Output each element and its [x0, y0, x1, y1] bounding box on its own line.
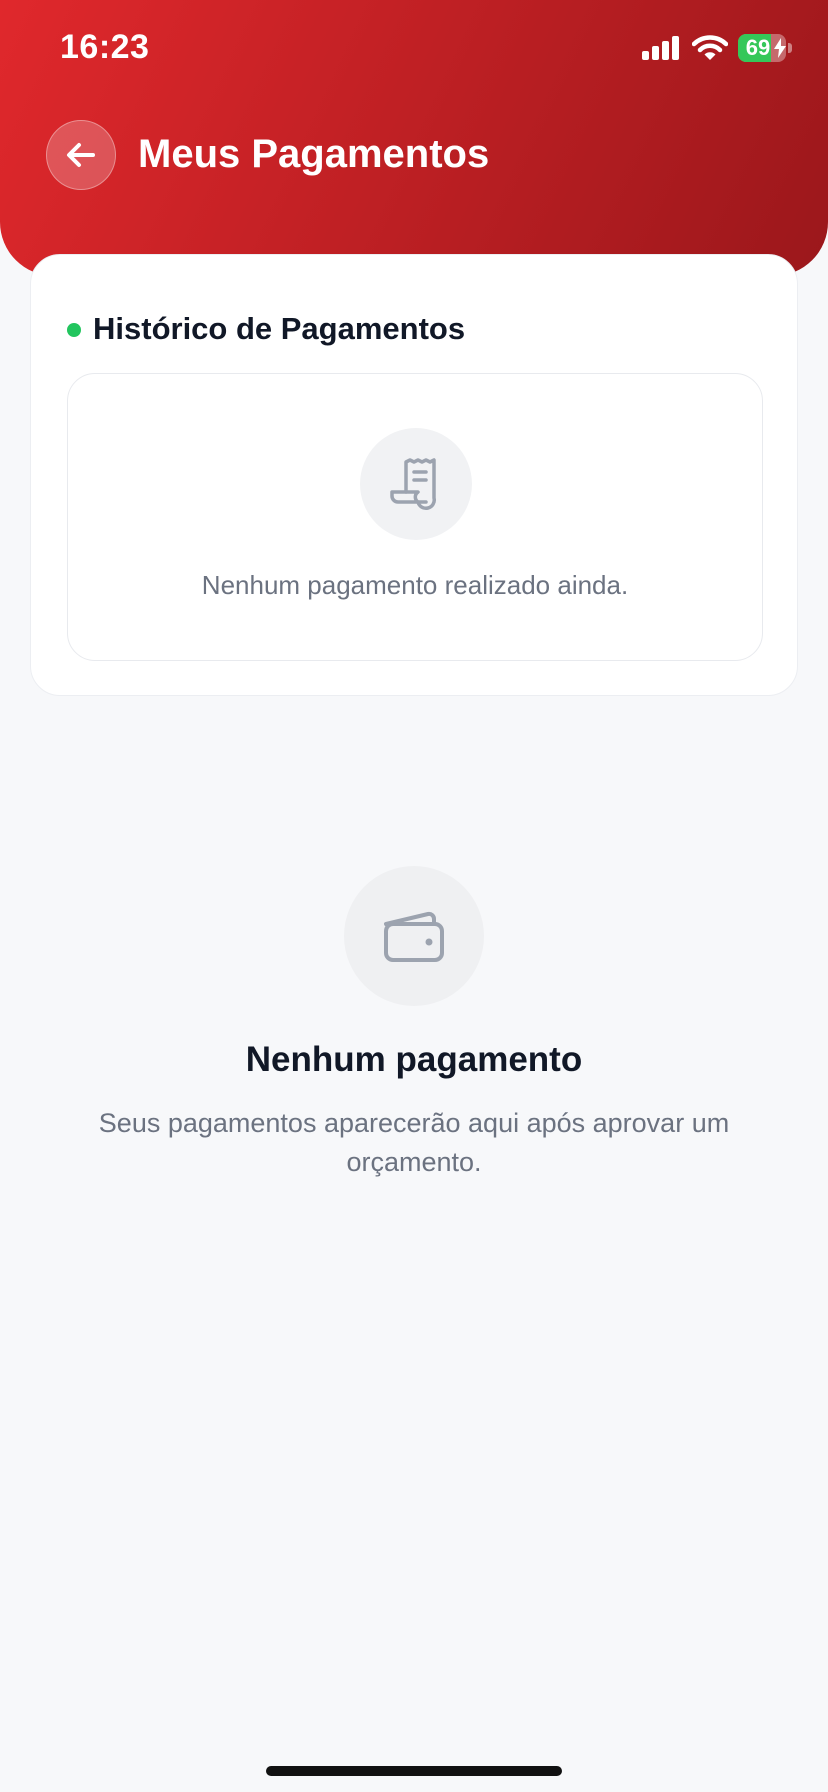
- status-icons: 69: [642, 34, 792, 62]
- charging-bolt-icon: [774, 38, 786, 58]
- history-empty-text: Nenhum pagamento realizado ainda.: [201, 570, 629, 600]
- history-title: Histórico de Pagamentos: [93, 311, 466, 346]
- empty-state-title: Nenhum pagamento: [245, 1040, 583, 1079]
- wallet-icon-circle: [344, 866, 484, 1006]
- empty-state-subtitle: Seus pagamentos aparecerão aqui após apr…: [98, 1108, 730, 1177]
- battery-charging-icon: 69: [738, 34, 792, 62]
- receipt-icon: [390, 458, 436, 510]
- battery-cap: [788, 43, 792, 53]
- arrow-left-icon: [67, 143, 95, 167]
- payment-history-card: Histórico de Pagamentos Nenhum pagamento…: [30, 254, 798, 696]
- history-indicator-dot: [67, 323, 81, 337]
- wifi-icon: [692, 35, 728, 60]
- receipt-icon-circle: [360, 428, 472, 540]
- page-title: Meus Pagamentos: [138, 132, 490, 176]
- status-time: 16:23: [60, 28, 150, 66]
- battery-level: 69: [745, 35, 771, 60]
- history-empty-box: Nenhum pagamento realizado ainda.: [67, 373, 763, 661]
- header: 16:23 69 Meus Pagamentos: [0, 0, 828, 276]
- back-button[interactable]: [46, 120, 116, 190]
- wallet-icon: [384, 911, 444, 962]
- cellular-signal-icon: [642, 36, 679, 60]
- home-indicator[interactable]: [266, 1766, 562, 1776]
